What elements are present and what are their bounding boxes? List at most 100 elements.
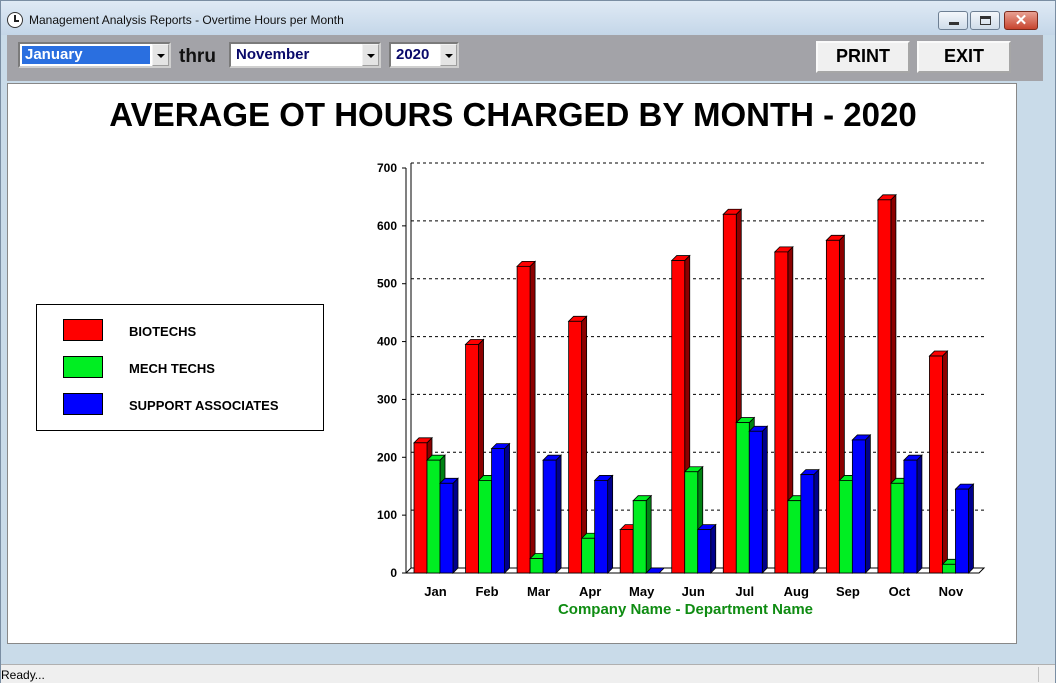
bar: [890, 482, 905, 574]
bar: [465, 344, 479, 574]
print-button[interactable]: PRINT: [816, 41, 910, 73]
x-tick-label: Aug: [784, 584, 809, 599]
bar-side: [645, 494, 652, 574]
window-title: Management Analysis Reports - Overtime H…: [29, 13, 344, 27]
bar-side: [864, 433, 871, 574]
bar: [632, 500, 647, 574]
year-select[interactable]: 2020: [389, 42, 459, 68]
chevron-down-icon[interactable]: [440, 44, 457, 66]
from-month-select[interactable]: January: [18, 42, 171, 68]
bar-side: [968, 483, 974, 574]
bar: [942, 563, 956, 574]
close-button[interactable]: ✕: [1004, 11, 1038, 30]
to-month-value: November: [236, 46, 310, 63]
to-month-select[interactable]: November: [229, 42, 381, 68]
bar-side: [452, 477, 459, 574]
bar-side: [916, 454, 923, 574]
bar-side: [555, 454, 562, 574]
bar: [877, 199, 892, 574]
bar: [413, 442, 428, 574]
minimize-icon: [949, 22, 959, 25]
bar: [619, 529, 634, 574]
from-month-value: January: [22, 46, 150, 64]
x-tick-label: Jan: [424, 584, 446, 599]
legend-label: SUPPORT ASSOCIATES: [129, 398, 279, 413]
bar: [491, 448, 505, 574]
bar: [684, 471, 699, 574]
thru-label: thru: [179, 46, 216, 67]
bar: [516, 265, 531, 574]
bar: [568, 320, 583, 574]
report-toolbar: January thru November 2020 PRINT EXIT: [7, 35, 1043, 81]
year-value: 2020: [396, 46, 430, 63]
report-title: AVERAGE OT HOURS CHARGED BY MONTH - 2020: [109, 96, 917, 133]
y-tick-label: 700: [377, 161, 397, 175]
bar: [774, 251, 789, 574]
bar-side: [710, 523, 717, 574]
y-tick-label: 500: [377, 277, 397, 291]
bar: [735, 422, 750, 574]
bar: [529, 558, 544, 574]
x-tick-label: Sep: [836, 584, 860, 599]
legend-swatch: [63, 356, 103, 378]
chevron-down-icon[interactable]: [362, 44, 379, 66]
maximize-icon: [980, 16, 991, 25]
legend-swatch: [63, 319, 103, 341]
x-tick-label: Oct: [889, 584, 911, 599]
bar: [748, 430, 763, 574]
bar: [825, 239, 840, 574]
clock-icon: [7, 12, 23, 28]
chevron-down-icon[interactable]: [152, 44, 169, 66]
y-tick-label: 100: [377, 508, 397, 522]
y-tick-label: 400: [377, 335, 397, 349]
bar: [594, 480, 609, 574]
bar: [787, 500, 802, 574]
legend-label: BIOTECHS: [129, 324, 197, 339]
bar: [903, 459, 918, 574]
y-tick-label: 300: [377, 392, 397, 406]
chart-legend: BIOTECHS MECH TECHS SUPPORT ASSOCIATES: [36, 304, 324, 431]
bar: [581, 537, 596, 574]
bar: [426, 459, 441, 574]
legend-swatch: [63, 393, 103, 415]
bar: [838, 480, 853, 574]
bar: [851, 439, 866, 574]
x-tick-label: Jul: [735, 584, 754, 599]
report-canvas: AVERAGE OT HOURS CHARGED BY MONTH - 2020…: [7, 83, 1017, 644]
x-tick-label: Mar: [527, 584, 550, 599]
exit-button[interactable]: EXIT: [917, 41, 1011, 73]
bar-side: [942, 350, 948, 574]
x-tick-label: Feb: [475, 584, 498, 599]
bar: [542, 459, 557, 574]
maximize-button[interactable]: [970, 11, 1000, 30]
report-subtitle: Company Name - Department Name: [557, 601, 814, 618]
bar: [478, 480, 492, 574]
bar-side: [529, 260, 536, 574]
bar: [697, 529, 712, 574]
bar: [955, 488, 969, 574]
close-icon: ✕: [1014, 12, 1028, 29]
bar: [671, 260, 686, 574]
title-bar[interactable]: Management Analysis Reports - Overtime H…: [1, 1, 1055, 35]
bar: [929, 355, 943, 574]
bar-side: [813, 468, 820, 574]
x-tick-label: May: [629, 584, 655, 599]
bar-side: [504, 442, 510, 574]
x-tick-label: Jun: [682, 584, 705, 599]
bar: [439, 482, 454, 574]
bar-chart: 0 100 200 300 400 500 600 700 Jan Feb Mar Apr May Jun…: [377, 161, 986, 599]
x-tick-label: Nov: [939, 584, 964, 599]
y-tick-label: 600: [377, 219, 397, 233]
bar-side: [761, 425, 768, 574]
legend-label: MECH TECHS: [129, 361, 215, 376]
status-panel: [1038, 667, 1052, 682]
x-tick-label: Apr: [579, 584, 601, 599]
app-window: Management Analysis Reports - Overtime H…: [0, 0, 1056, 683]
bar: [800, 474, 815, 574]
y-tick-label: 0: [390, 566, 397, 580]
y-tick-label: 200: [377, 450, 397, 464]
status-text: Ready...: [1, 668, 45, 682]
bar: [722, 213, 737, 574]
status-bar: Ready...: [1, 664, 1055, 683]
minimize-button[interactable]: [938, 11, 968, 30]
